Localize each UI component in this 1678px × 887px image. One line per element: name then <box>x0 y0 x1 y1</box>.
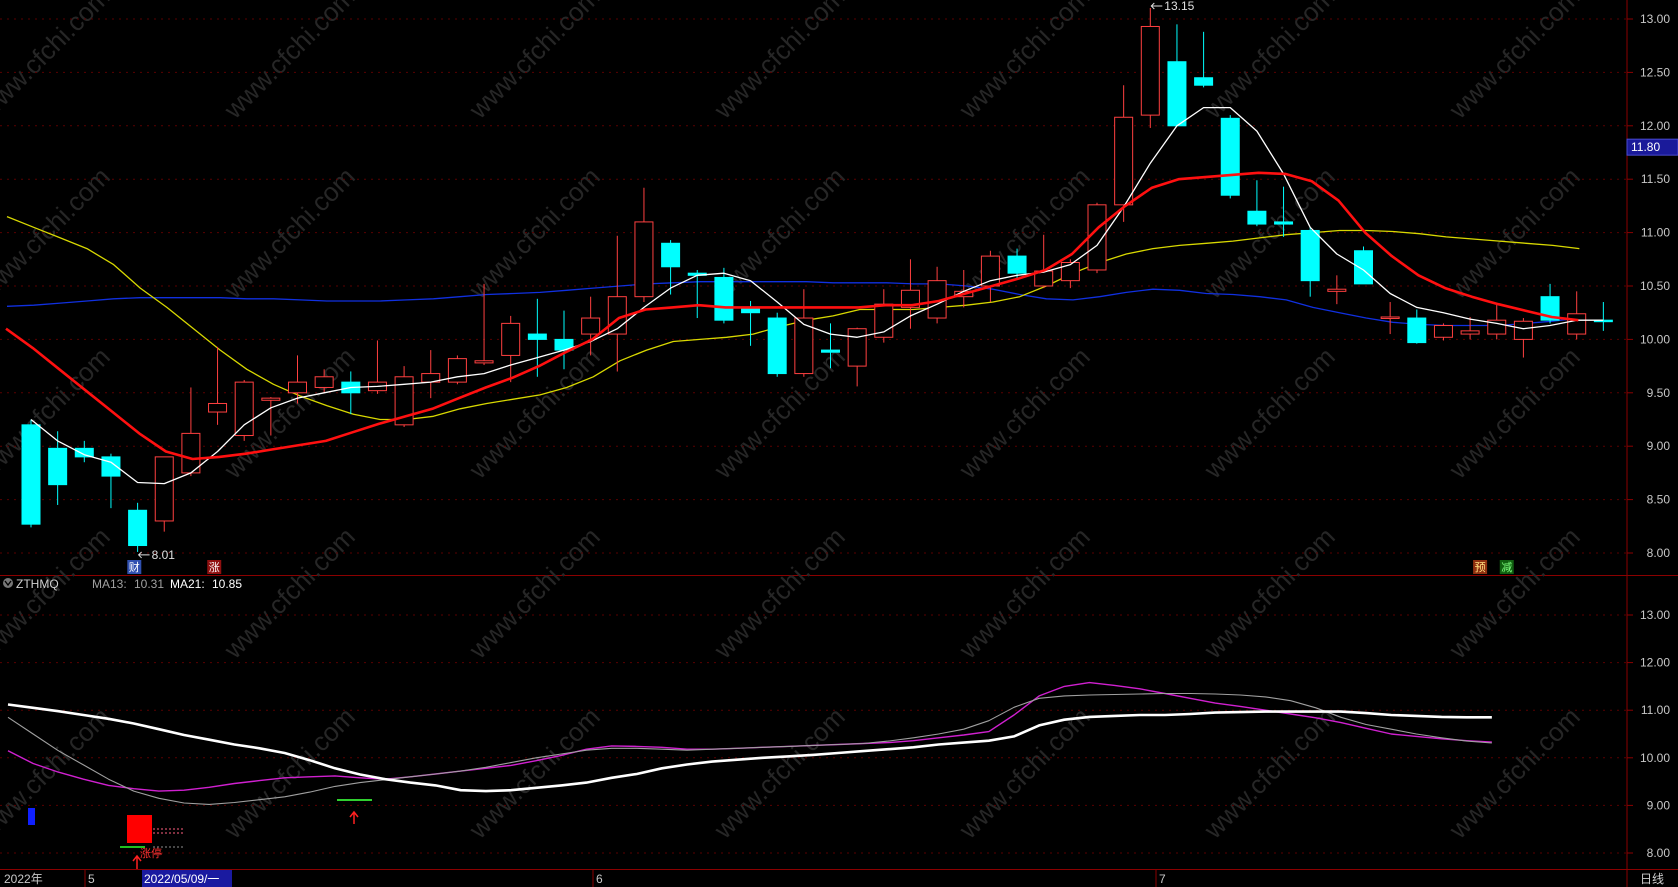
indicator-name[interactable]: ZTHMQ <box>16 577 59 591</box>
collapse-icon[interactable] <box>3 578 13 588</box>
candle-body <box>314 376 334 388</box>
candle-body <box>154 456 174 522</box>
month-6-label: 6 <box>596 872 603 886</box>
y-tick-label: 8.50 <box>1647 493 1671 507</box>
event-marker-label: 预 <box>1475 561 1486 574</box>
candle-body <box>288 381 307 394</box>
candle-body <box>821 349 840 353</box>
candle <box>1354 246 1373 285</box>
candle-body <box>128 509 148 547</box>
candle <box>767 312 787 377</box>
candle-body <box>1167 61 1187 127</box>
y-tick-label: 10.00 <box>1640 332 1670 346</box>
ma13-label: MA13: <box>92 577 127 591</box>
candle-body <box>581 317 601 335</box>
candle-body <box>1380 316 1400 319</box>
candle-body <box>1513 320 1533 340</box>
limit-up-text: 涨停 <box>140 846 162 860</box>
candle-body <box>1247 210 1267 225</box>
candle-body <box>1274 221 1294 225</box>
y-tick-label: 13.00 <box>1640 12 1670 26</box>
month-5-label: 5 <box>88 872 95 886</box>
y-tick-label: 11.00 <box>1641 226 1670 240</box>
candle-body <box>1300 229 1320 282</box>
candle-body <box>661 242 681 268</box>
event-marker[interactable]: 预 <box>1473 560 1488 574</box>
candle-body <box>1433 325 1453 338</box>
candle <box>154 456 174 532</box>
candle-body <box>234 381 254 437</box>
candle-body <box>48 447 68 486</box>
period-label[interactable]: 日线 <box>1640 872 1664 886</box>
candle-body <box>74 447 94 458</box>
ma21-value: 10.85 <box>212 577 242 591</box>
candle-body <box>634 221 654 298</box>
candle-body <box>208 402 228 413</box>
max-price-label: 13.15 <box>1164 0 1194 13</box>
candle <box>21 419 41 528</box>
y-tick-label: 8.00 <box>1647 546 1671 560</box>
month-7-label: 7 <box>1159 872 1166 886</box>
min-price-label: 8.01 <box>152 548 176 562</box>
y-tick-label: 9.00 <box>1647 798 1671 812</box>
current-price-tag: 11.80 <box>1626 138 1678 156</box>
candle-body <box>1140 25 1160 116</box>
y-tick-label: 8.00 <box>1647 846 1671 860</box>
event-marker[interactable]: 涨 <box>207 560 222 574</box>
y-tick-label: 11.00 <box>1641 703 1670 717</box>
event-marker-label: 涨 <box>209 561 220 574</box>
date-cursor-label: 2022/05/09/一 <box>144 872 219 886</box>
ma13-value: 10.31 <box>134 577 164 591</box>
event-marker-label: 减 <box>1501 561 1512 574</box>
candle-body <box>1354 250 1373 285</box>
stock-chart[interactable]: www.cfchi.comwww.cfchi.comwww.cfchi.comw… <box>0 0 1678 887</box>
candle-body <box>181 432 201 474</box>
y-tick-label: 12.00 <box>1640 119 1670 133</box>
candle-body <box>1407 317 1427 344</box>
candle-body <box>1567 313 1587 335</box>
price-tag-value: 11.80 <box>1631 140 1660 154</box>
y-tick-label: 10.50 <box>1640 279 1670 293</box>
candle <box>447 355 467 385</box>
candle <box>1087 202 1107 274</box>
ma21-label: MA21: <box>170 577 205 591</box>
candle-body <box>847 328 867 367</box>
candle <box>1220 115 1240 199</box>
candle-body <box>1194 77 1214 86</box>
candle-body <box>1460 330 1480 335</box>
y-tick-label: 12.50 <box>1640 65 1670 79</box>
candle-body <box>1327 288 1347 292</box>
candle-body <box>767 317 787 375</box>
limit-up-block <box>127 815 152 843</box>
candle <box>128 502 148 552</box>
y-tick-label: 9.00 <box>1647 439 1671 453</box>
candle-body <box>1220 117 1240 196</box>
y-tick-label: 12.00 <box>1640 656 1670 670</box>
y-tick-label: 10.00 <box>1640 751 1670 765</box>
candle-body <box>501 322 521 356</box>
event-marker[interactable]: 减 <box>1499 560 1514 574</box>
y-tick-label: 13.00 <box>1640 608 1670 622</box>
candle-body <box>1007 255 1027 274</box>
y-tick-label: 9.50 <box>1647 386 1671 400</box>
year-label: 2022年 <box>4 872 43 886</box>
y-tick-label: 11.50 <box>1641 172 1670 186</box>
candle-body <box>714 276 734 321</box>
candle-body <box>261 397 281 401</box>
candle-body <box>980 255 1000 287</box>
candle-body <box>21 424 41 525</box>
candle-body <box>474 360 494 364</box>
candle-body <box>527 333 547 340</box>
candle-body <box>1114 116 1134 206</box>
event-marker[interactable]: 财 <box>127 560 142 574</box>
event-marker-label: 财 <box>129 560 140 574</box>
blue-signal-bar <box>28 808 35 825</box>
